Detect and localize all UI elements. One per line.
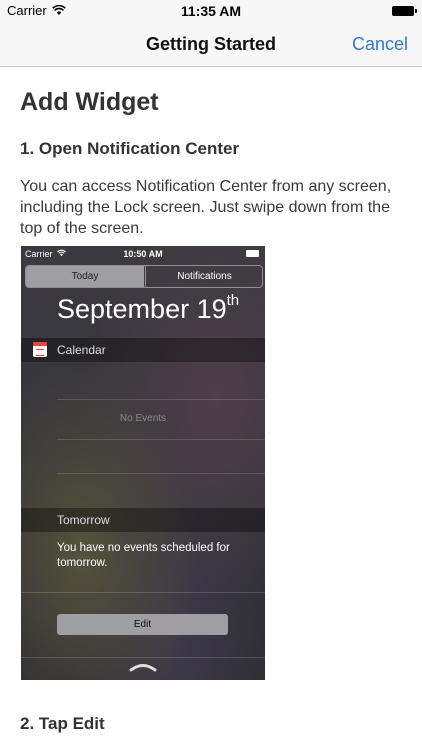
calendar-grid-line [57, 439, 265, 440]
date-suffix: th [226, 292, 240, 309]
screenshot-time: 10:50 AM [123, 249, 163, 259]
calendar-grid-line [57, 399, 265, 400]
segmented-control: Today Notifications [25, 265, 263, 288]
calendar-icon [33, 342, 47, 357]
step-2-title: 2. Tap Edit [20, 714, 105, 733]
tomorrow-message: You have no events scheduled for tomorro… [57, 542, 230, 569]
edit-button: Edit [57, 614, 228, 635]
screenshot-status-bar: Carrier 10:50 AM [21, 246, 265, 262]
tab-today: Today [26, 266, 144, 287]
calendar-grid-line [57, 473, 265, 474]
divider [21, 592, 265, 593]
no-events-label: No Events [119, 413, 167, 424]
battery-icon [392, 6, 417, 16]
screenshot-battery-icon [246, 250, 259, 257]
date-main: September 19 [57, 294, 227, 324]
navigation-bar: Getting Started Cancel [0, 22, 422, 67]
calendar-label: Calendar [57, 343, 106, 357]
tomorrow-label: Tomorrow [57, 513, 110, 527]
page-heading: Add Widget [20, 88, 159, 116]
step-1-title: 1. Open Notification Center [20, 139, 240, 158]
status-bar: Carrier 11:35 AM [0, 0, 422, 22]
tab-notifications: Notifications [145, 266, 262, 287]
notification-center-screenshot: Carrier 10:50 AM Today Notifications Sep… [21, 246, 265, 680]
date-heading: September 19th [57, 292, 240, 325]
cancel-button[interactable]: Cancel [352, 34, 408, 55]
status-time: 11:35 AM [180, 3, 242, 19]
chevron-up-icon [129, 664, 157, 672]
step-1-description: You can access Notification Center from … [20, 178, 392, 237]
divider [21, 657, 265, 658]
